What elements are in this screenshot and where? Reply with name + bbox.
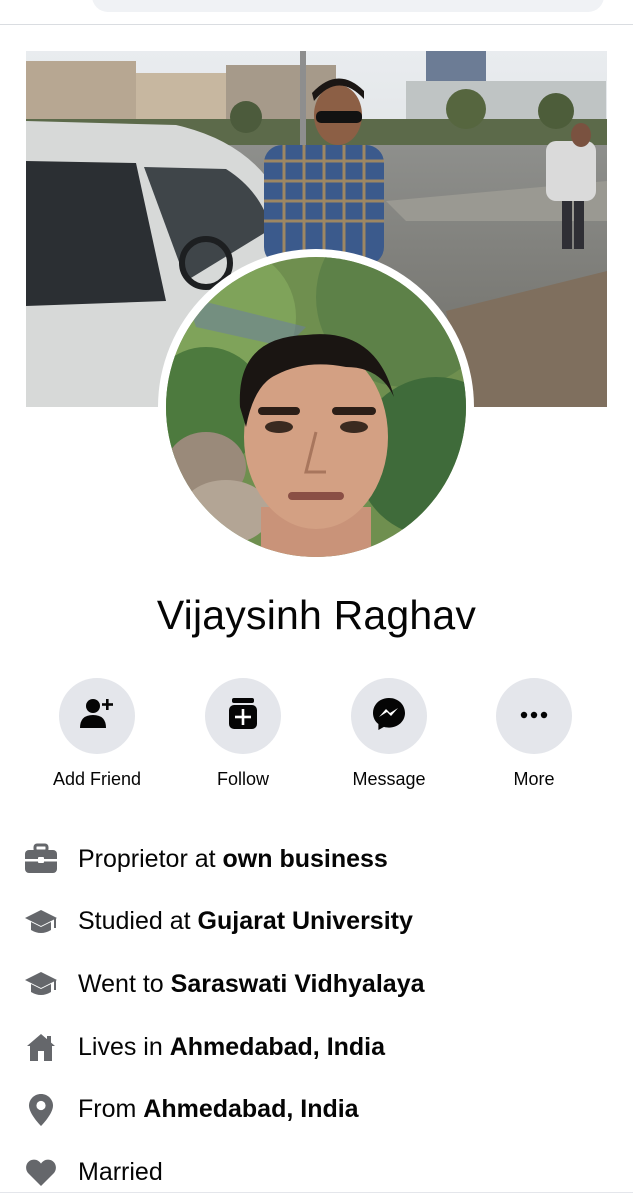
message-button[interactable]: Message — [334, 678, 444, 790]
message-button-circle[interactable] — [351, 678, 427, 754]
divider — [0, 1192, 633, 1193]
follow-button[interactable]: Follow — [188, 678, 298, 790]
profile-picture-frame[interactable] — [158, 249, 474, 565]
profile-actions: Add Friend Follow Message More — [0, 678, 633, 798]
more-icon — [517, 707, 551, 725]
intro-text-relationship: Married — [78, 1157, 163, 1186]
profile-page: Vijaysinh Raghav Add Friend Follow Messa… — [0, 0, 633, 1200]
follow-icon — [224, 695, 262, 738]
intro-item-work[interactable]: Proprietor at own business — [0, 828, 633, 891]
intro-text-work: Proprietor at own business — [78, 844, 388, 873]
home-icon — [24, 1030, 58, 1064]
message-label: Message — [352, 769, 426, 789]
intro-text-lives-in: Lives in Ahmedabad, India — [78, 1032, 386, 1061]
intro-item-went-to[interactable]: Went to Saraswati Vidhyalaya — [0, 953, 633, 1016]
location-pin-icon — [24, 1093, 58, 1127]
top-bar — [0, 0, 633, 25]
heart-icon — [24, 1155, 58, 1189]
intro-text-from: From Ahmedabad, India — [78, 1095, 359, 1124]
add-friend-button-circle[interactable] — [59, 678, 135, 754]
intro-list: Proprietor at own business Studied at Gu… — [0, 828, 633, 1200]
add-friend-label: Add Friend — [52, 769, 142, 789]
search-bar[interactable] — [92, 0, 604, 12]
intro-text-went-to: Went to Saraswati Vidhyalaya — [78, 969, 425, 998]
messenger-icon — [370, 695, 408, 738]
intro-item-studied[interactable]: Studied at Gujarat University — [0, 891, 633, 954]
add-friend-icon — [78, 695, 116, 738]
profile-name: Vijaysinh Raghav — [156, 592, 477, 638]
more-button-circle[interactable] — [496, 678, 572, 754]
briefcase-icon — [24, 842, 58, 876]
graduation-cap-icon — [24, 905, 58, 939]
follow-button-circle[interactable] — [205, 678, 281, 754]
intro-item-from[interactable]: From Ahmedabad, India — [0, 1078, 633, 1141]
more-label: More — [513, 769, 555, 789]
intro-text-studied: Studied at Gujarat University — [78, 907, 413, 936]
intro-item-lives-in[interactable]: Lives in Ahmedabad, India — [0, 1016, 633, 1079]
add-friend-button[interactable]: Add Friend — [42, 678, 152, 790]
follow-label: Follow — [216, 769, 269, 789]
avatar[interactable] — [166, 257, 466, 557]
more-button[interactable]: More — [479, 678, 589, 790]
graduation-cap-icon — [24, 967, 58, 1001]
